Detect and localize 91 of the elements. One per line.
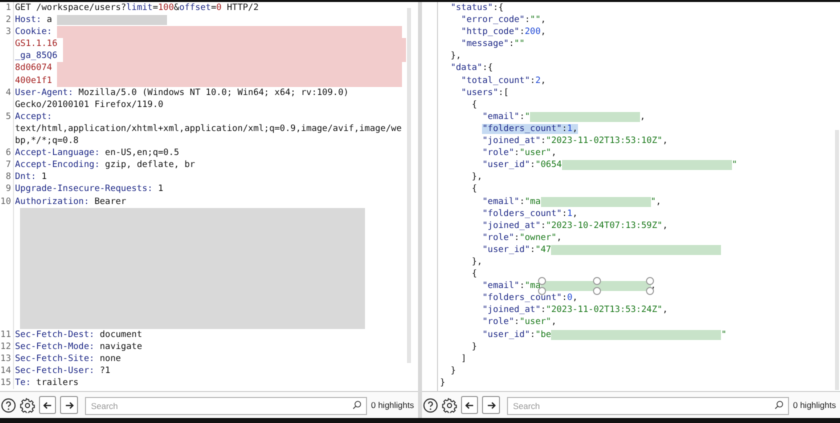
back-button[interactable]: [39, 396, 56, 414]
code-text: "email":"ma: [482, 196, 541, 208]
line-number: 15: [0, 378, 11, 388]
code-text: ": [721, 328, 727, 341]
settings-icon[interactable]: [20, 398, 35, 412]
search-field[interactable]: Search: [84, 397, 367, 415]
code-text: {: [472, 98, 478, 111]
code-text: ",: [650, 196, 662, 208]
code-text: Dnt: 1: [15, 171, 47, 184]
code-text: "role":"user",: [482, 147, 557, 160]
line-number: 2: [6, 15, 11, 26]
line-number: 3: [6, 27, 11, 38]
line-number: 5: [6, 112, 11, 122]
code-text: },: [472, 256, 482, 268]
back-button[interactable]: [461, 396, 478, 414]
code-text: GET /workspace/users?limit=100&offset=0 HTTP/2: [15, 2, 259, 14]
code-text: Cookie:: [15, 26, 52, 38]
code-text: Sec-Fetch-Site: none: [15, 352, 121, 365]
code-text: 8d06074: [15, 62, 52, 75]
forward-button[interactable]: [482, 396, 500, 414]
code-text: "joined_at":"2023-11-02T13:53:10Z",: [482, 135, 668, 148]
code-text: ": [732, 159, 738, 172]
code-text: GS1.1.16: [15, 38, 58, 50]
code-text: User-Agent: Mozilla/5.0 (Windows NT 10.0; Win64; x64; rv:109.0): [15, 86, 349, 99]
code-text: Accept-Encoding: gzip, deflate, br: [15, 159, 196, 172]
code-text: "joined_at":"2023-10-24T07:13:59Z",: [482, 220, 668, 232]
line-number: 12: [0, 342, 11, 352]
code-text: "status":{: [450, 2, 504, 14]
code-text: "role":"user",: [482, 316, 557, 329]
code-text: ,: [640, 110, 646, 123]
code-text: "email":": [482, 110, 530, 123]
code-text: "role":"owner",: [482, 232, 562, 244]
help-icon[interactable]: [423, 398, 438, 412]
left-arrow-icon: [464, 400, 476, 410]
code-text: "users":[: [461, 86, 509, 99]
code-text: "folders_count":0,: [482, 292, 578, 304]
line-number: 6: [6, 148, 11, 158]
code-text: "user_id":"47: [482, 244, 552, 256]
line-number: 13: [0, 354, 11, 364]
code-text: Authorization: Bearer: [15, 196, 126, 208]
code-text: Sec-Fetch-Mode: navigate: [15, 340, 142, 353]
code-text: "error_code":"",: [461, 14, 546, 26]
code-text: }: [450, 364, 456, 377]
code-text: "email":"ma: [482, 280, 541, 292]
code-text: "joined_at":"2023-11-02T13:53:24Z",: [482, 304, 668, 316]
search-icon[interactable]: [352, 400, 362, 410]
code-text: }: [440, 376, 446, 389]
line-number: 11: [0, 330, 11, 340]
code-text: Sec-Fetch-User: ?1: [15, 364, 110, 377]
line-number: 4: [6, 88, 11, 98]
line-number: 14: [0, 366, 11, 376]
search-icon[interactable]: [774, 400, 784, 410]
highlights-count: 0 highlights: [792, 400, 836, 410]
left-arrow-icon: [42, 400, 54, 410]
code-text: "message":"": [461, 38, 525, 50]
code-text: "folders_count":1,: [482, 122, 578, 136]
code-text: Upgrade-Insecure-Requests: 1: [15, 183, 164, 196]
line-number: 7: [6, 160, 11, 170]
code-text: "user_id":"0654: [482, 159, 562, 172]
code-text: Te: trailers: [15, 376, 79, 389]
help-icon[interactable]: [1, 398, 16, 412]
line-number: 9: [6, 184, 11, 194]
code-text: "user_id":"be: [482, 328, 552, 341]
code-text: "data":{: [450, 62, 493, 75]
settings-icon[interactable]: [442, 398, 457, 412]
code-text: },: [450, 50, 462, 62]
line-number: 1: [6, 3, 11, 13]
code-text: "http_code":200,: [461, 26, 546, 38]
code-text: Accept:: [15, 110, 52, 123]
code-text: {: [472, 183, 478, 196]
highlights-count: 0 highlights: [370, 400, 414, 410]
code-text: },: [472, 171, 482, 184]
line-number: 10: [0, 196, 11, 206]
code-text: Host: a: [15, 14, 52, 26]
code-text: Accept-Language: en-US,en;q=0.5: [15, 147, 180, 160]
forward-button[interactable]: [60, 396, 78, 414]
code-text: Sec-Fetch-Dest: document: [15, 328, 142, 341]
right-arrow-icon: [64, 400, 75, 410]
code-text: Gecko/20100101 Firefox/119.0: [15, 98, 164, 111]
code-text: "total_count":2,: [461, 74, 546, 87]
code-text: ]: [461, 352, 466, 365]
code-text: bp,*/*;q=0.8: [15, 135, 79, 148]
code-text: {: [472, 268, 478, 280]
code-text: 400e1f1: [15, 74, 52, 87]
code-text: "folders_count":1,: [482, 208, 578, 220]
line-number: 8: [6, 172, 11, 182]
right-arrow-icon: [486, 400, 497, 410]
search-field[interactable]: Search: [506, 397, 789, 415]
code-text: }: [472, 340, 478, 353]
code-text: _ga_85Q6: [15, 50, 58, 62]
code-text: text/html,application/xhtml+xml,application/xml;q=0.9,image/avif,image/we: [15, 122, 402, 136]
